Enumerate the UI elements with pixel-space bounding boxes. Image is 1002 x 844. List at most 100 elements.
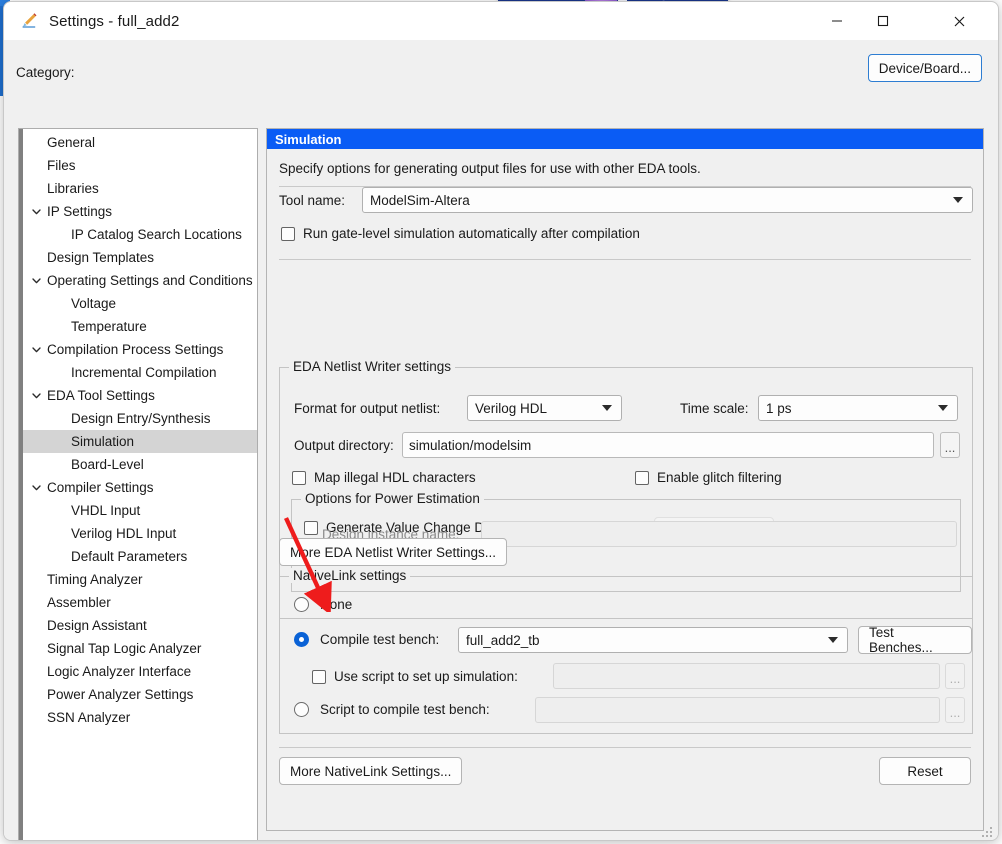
script-compile-testbench-radio[interactable]	[294, 702, 309, 717]
generate-vcd-checkbox[interactable]	[304, 520, 318, 535]
help-button[interactable]: Help	[898, 840, 990, 841]
chevron-down-icon	[602, 405, 612, 411]
tree-item-temperature[interactable]: Temperature	[23, 315, 257, 338]
use-script-setup-input[interactable]	[553, 663, 940, 689]
apply-button[interactable]: Apply	[798, 840, 890, 841]
minimize-button[interactable]	[814, 2, 860, 40]
test-benches-button[interactable]: Test Benches...	[858, 625, 972, 655]
script-compile-testbench-input[interactable]	[535, 697, 940, 723]
tree-item-ssn-analyzer[interactable]: SSN Analyzer	[23, 706, 257, 729]
resize-grip[interactable]	[981, 826, 993, 838]
tree-item-vhdl-input[interactable]: VHDL Input	[23, 499, 257, 522]
nativelink-compile-testbench-radio-row[interactable]: Compile test bench:	[294, 632, 439, 647]
tree-item-general[interactable]: General	[23, 131, 257, 154]
divider-under-toolname	[279, 259, 971, 260]
chevron-down-icon[interactable]	[29, 200, 43, 223]
testbench-dropdown[interactable]: full_add2_tb	[458, 627, 848, 653]
time-scale-dropdown[interactable]: 1 ps	[758, 395, 958, 421]
tree-item-board-level[interactable]: Board-Level	[23, 453, 257, 476]
nativelink-none-radio-row[interactable]: None	[294, 597, 352, 612]
close-button[interactable]	[936, 2, 982, 40]
reset-button[interactable]: Reset	[879, 757, 971, 785]
tree-item-label: Design Entry/Synthesis	[71, 411, 211, 426]
map-illegal-hdl-label: Map illegal HDL characters	[314, 470, 476, 485]
tree-item-timing-analyzer[interactable]: Timing Analyzer	[23, 568, 257, 591]
run-gate-level-checkbox-row[interactable]: Run gate-level simulation automatically …	[281, 226, 640, 241]
tool-name-value: ModelSim-Altera	[370, 192, 470, 208]
nativelink-none-radio[interactable]	[294, 597, 309, 612]
tree-item-eda-tool-settings[interactable]: EDA Tool Settings	[23, 384, 257, 407]
chevron-down-icon[interactable]	[29, 476, 43, 499]
script-compile-testbench-browse-button[interactable]: ...	[945, 697, 965, 723]
tree-item-label: IP Settings	[47, 204, 113, 219]
more-nativelink-settings-button[interactable]: More NativeLink Settings...	[279, 757, 463, 785]
run-gate-level-checkbox[interactable]	[281, 226, 295, 241]
nativelink-compile-testbench-radio[interactable]	[294, 632, 309, 647]
tree-item-incremental-compilation[interactable]: Incremental Compilation	[23, 361, 257, 384]
tree-item-label: VHDL Input	[71, 503, 141, 518]
tree-item-files[interactable]: Files	[23, 154, 257, 177]
tree-item-label: Logic Analyzer Interface	[47, 664, 192, 679]
tree-item-label: IP Catalog Search Locations	[71, 227, 242, 242]
tree-item-verilog-hdl-input[interactable]: Verilog HDL Input	[23, 522, 257, 545]
tree-item-ip-settings[interactable]: IP Settings	[23, 200, 257, 223]
output-directory-browse-button[interactable]: ...	[940, 432, 960, 458]
use-script-setup-browse-button[interactable]: ...	[945, 663, 965, 689]
map-illegal-hdl-checkbox-row[interactable]: Map illegal HDL characters	[292, 470, 476, 485]
tree-item-label: Assembler	[47, 595, 111, 610]
map-illegal-hdl-checkbox[interactable]	[292, 470, 306, 485]
tree-item-design-assistant[interactable]: Design Assistant	[23, 614, 257, 637]
tree-item-ip-catalog-search-locations[interactable]: IP Catalog Search Locations	[23, 223, 257, 246]
use-script-setup-checkbox-row[interactable]: Use script to set up simulation:	[312, 669, 518, 684]
format-output-netlist-dropdown[interactable]: Verilog HDL	[467, 395, 622, 421]
tree-item-default-parameters[interactable]: Default Parameters	[23, 545, 257, 568]
format-output-netlist-label: Format for output netlist:	[294, 401, 441, 416]
testbench-value: full_add2_tb	[466, 632, 540, 648]
tree-item-logic-analyzer-interface[interactable]: Logic Analyzer Interface	[23, 660, 257, 683]
enable-glitch-filtering-checkbox-row[interactable]: Enable glitch filtering	[635, 470, 782, 485]
nativelink-settings-group-title: NativeLink settings	[289, 568, 411, 583]
time-scale-label: Time scale:	[680, 401, 749, 416]
cancel-button[interactable]: Cancel	[698, 840, 790, 841]
device-board-button[interactable]: Device/Board...	[867, 54, 982, 82]
eda-netlist-writer-group-title: EDA Netlist Writer settings	[289, 359, 456, 374]
tree-item-power-analyzer-settings[interactable]: Power Analyzer Settings	[23, 683, 257, 706]
tree-item-operating-settings-and-conditions[interactable]: Operating Settings and Conditions	[23, 269, 257, 292]
tree-item-assembler[interactable]: Assembler	[23, 591, 257, 614]
more-eda-netlist-writer-settings-button[interactable]: More EDA Netlist Writer Settings...	[279, 538, 508, 566]
tree-item-label: Timing Analyzer	[47, 572, 143, 587]
tree-item-libraries[interactable]: Libraries	[23, 177, 257, 200]
tree-item-design-entry-synthesis[interactable]: Design Entry/Synthesis	[23, 407, 257, 430]
chevron-down-icon[interactable]	[29, 384, 43, 407]
tree-item-label: Design Templates	[47, 250, 155, 265]
ok-button[interactable]: OK	[598, 840, 690, 841]
tree-item-voltage[interactable]: Voltage	[23, 292, 257, 315]
chevron-down-icon	[938, 405, 948, 411]
tree-item-label: EDA Tool Settings	[47, 388, 155, 403]
output-directory-label: Output directory:	[294, 438, 394, 453]
tree-item-compilation-process-settings[interactable]: Compilation Process Settings	[23, 338, 257, 361]
tree-item-design-templates[interactable]: Design Templates	[23, 246, 257, 269]
enable-glitch-filtering-checkbox[interactable]	[635, 470, 649, 485]
panel-description: Specify options for generating output fi…	[279, 161, 701, 176]
settings-content-panel: Simulation Specify options for generatin…	[266, 128, 984, 831]
tree-item-label: Design Assistant	[47, 618, 147, 633]
maximize-button[interactable]	[860, 2, 906, 40]
tool-name-dropdown[interactable]: ModelSim-Altera	[362, 187, 973, 213]
tree-item-label: Compiler Settings	[47, 480, 154, 495]
panel-header-title: Simulation	[267, 129, 983, 149]
chevron-down-icon[interactable]	[29, 269, 43, 292]
format-output-netlist-value: Verilog HDL	[475, 400, 548, 416]
chevron-down-icon[interactable]	[29, 338, 43, 361]
tree-item-simulation[interactable]: Simulation	[23, 430, 257, 453]
use-script-setup-checkbox[interactable]	[312, 669, 326, 684]
tree-item-label: Simulation	[71, 434, 135, 449]
output-directory-input[interactable]: simulation/modelsim	[402, 432, 934, 458]
tree-item-signal-tap-logic-analyzer[interactable]: Signal Tap Logic Analyzer	[23, 637, 257, 660]
chevron-down-icon	[828, 637, 838, 643]
script-compile-testbench-radio-row[interactable]: Script to compile test bench:	[294, 702, 490, 717]
design-instance-name-input[interactable]	[481, 521, 957, 547]
tree-item-compiler-settings[interactable]: Compiler Settings	[23, 476, 257, 499]
tree-item-label: Default Parameters	[71, 549, 188, 564]
category-tree[interactable]: General Files Libraries IP Settings IP Catal…	[18, 128, 258, 840]
